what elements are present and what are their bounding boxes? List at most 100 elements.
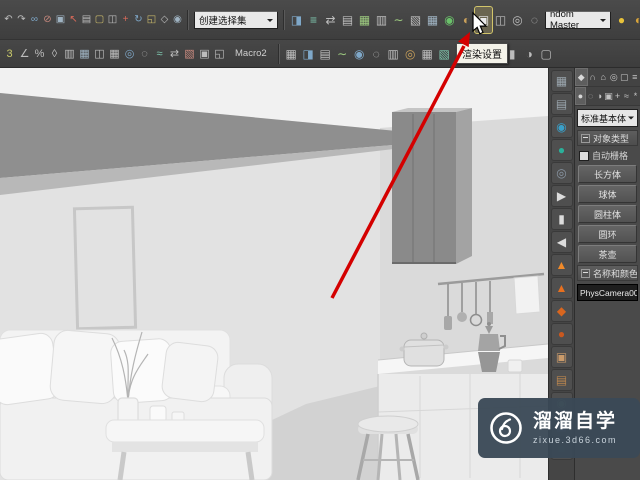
primitive-button[interactable]: 圆柱体: [578, 205, 637, 223]
rectangular-region-icon[interactable]: ▢: [93, 8, 106, 32]
category-geometry[interactable]: ●: [575, 87, 586, 105]
tab-hierarchy[interactable]: ⌂: [598, 68, 609, 86]
tool-icon[interactable]: ◌: [137, 43, 152, 65]
tool-icon[interactable]: ▦: [283, 41, 300, 67]
category-systems[interactable]: *: [631, 87, 640, 105]
tool-icon[interactable]: ▤: [317, 41, 334, 67]
tool-icon[interactable]: ◱: [212, 43, 227, 65]
scene-towel[interactable]: [513, 275, 541, 315]
ribbon-toggle-icon[interactable]: ▦: [356, 7, 373, 33]
geosphere-tool-icon[interactable]: ●: [550, 139, 573, 161]
percent-snap-icon[interactable]: %: [32, 43, 47, 65]
play-animation-icon[interactable]: ▶: [550, 185, 573, 207]
tool-icon[interactable]: ▣: [197, 43, 212, 65]
grid-tool-icon[interactable]: ▦: [550, 70, 573, 92]
stop-animation-icon[interactable]: ◀: [550, 231, 573, 253]
tool-icon[interactable]: ▦: [77, 43, 92, 65]
category-shapes[interactable]: ◌: [586, 87, 595, 105]
tool-icon[interactable]: ▢: [538, 41, 555, 67]
tool-icon[interactable]: ∼: [334, 41, 351, 67]
select-and-scale-icon[interactable]: ◱: [145, 8, 158, 32]
window-crossing-icon[interactable]: ◫: [106, 8, 119, 32]
use-pivot-center-icon[interactable]: ◉: [171, 8, 184, 32]
tool-icon[interactable]: ≈: [152, 43, 167, 65]
render-production-teapot-icon[interactable]: ●: [613, 7, 630, 33]
selection-set-dropdown[interactable]: 创建选择集: [194, 10, 278, 29]
category-spacewarps[interactable]: ≈: [622, 87, 631, 105]
clay-material-icon[interactable]: ▤: [550, 369, 573, 391]
undo-icon[interactable]: ↶: [2, 8, 15, 32]
primitive-button[interactable]: 茶壶: [578, 245, 637, 263]
fire-effect-icon[interactable]: ▲: [550, 254, 573, 276]
select-and-move-icon[interactable]: +: [119, 8, 132, 32]
heat-tool-icon[interactable]: ◆: [550, 300, 573, 322]
category-cameras[interactable]: ▣: [604, 87, 613, 105]
tool-icon[interactable]: ◫: [92, 43, 107, 65]
scene-explorer-icon[interactable]: ▥: [373, 7, 390, 33]
named-selections-icon[interactable]: ▥: [62, 43, 77, 65]
perspective-viewport[interactable]: [0, 67, 549, 480]
snap-grid-tool-icon[interactable]: ▤: [550, 93, 573, 115]
material-editor-icon[interactable]: ◉: [441, 7, 458, 33]
tool-icon[interactable]: ⇄: [167, 43, 182, 65]
mirror-icon[interactable]: ◨: [288, 7, 305, 33]
spinner-snap-icon[interactable]: ◊: [47, 43, 62, 65]
reference-coordinate-icon[interactable]: ◇: [158, 8, 171, 32]
tool-icon[interactable]: ◑: [521, 41, 538, 67]
scene-pillow[interactable]: [49, 329, 121, 405]
tab-utilities[interactable]: ≡: [630, 68, 640, 86]
tool-icon[interactable]: ▥: [385, 41, 402, 67]
environment-dialog-icon[interactable]: ◎: [509, 7, 526, 33]
render-preset-dropdown[interactable]: ndom Master: [545, 9, 611, 31]
layer-manager-icon[interactable]: ▤: [339, 7, 356, 33]
tool-icon[interactable]: ▦: [419, 41, 436, 67]
tool-icon[interactable]: ◌: [368, 41, 385, 67]
quick-align-icon[interactable]: ⇄: [322, 7, 339, 33]
schematic-view-icon[interactable]: ▦: [424, 7, 441, 33]
wood-material-icon[interactable]: ▣: [550, 346, 573, 368]
unlink-selection-icon[interactable]: ⊘: [41, 8, 54, 32]
tab-create[interactable]: ◆: [575, 68, 588, 86]
dope-sheet-icon[interactable]: ▧: [407, 7, 424, 33]
curve-editor-icon[interactable]: ∼: [390, 7, 407, 33]
sphere-tool-icon[interactable]: ◉: [550, 116, 573, 138]
tool-icon[interactable]: ▦: [107, 43, 122, 65]
category-lights[interactable]: ◑: [595, 87, 604, 105]
tool-icon[interactable]: ▧: [436, 41, 453, 67]
tool-icon[interactable]: ◨: [300, 41, 317, 67]
object-name-field[interactable]: PhysCamera00: [577, 284, 638, 301]
render-iterative-teapot-icon[interactable]: ◐: [630, 7, 640, 33]
primitive-type-dropdown[interactable]: 标准基本体: [577, 109, 638, 127]
pause-animation-icon[interactable]: ▮: [550, 208, 573, 230]
tab-modify[interactable]: ∩: [588, 68, 599, 86]
render-setup-icon[interactable]: ▣: [474, 5, 493, 34]
camera-tool-icon[interactable]: ◎: [550, 162, 573, 184]
flame-tool-icon[interactable]: ▲: [550, 277, 573, 299]
name-color-rollout[interactable]: 名称和颜色: [577, 265, 638, 281]
snaps-toggle-icon[interactable]: 3: [2, 43, 17, 65]
burn-tool-icon[interactable]: ●: [550, 323, 573, 345]
angle-snap-icon[interactable]: ∠: [17, 43, 32, 65]
select-and-link-icon[interactable]: ∞: [28, 8, 41, 32]
align-icon[interactable]: ≡: [305, 7, 322, 33]
primitive-button[interactable]: 圆环: [578, 225, 637, 243]
scene-pillow[interactable]: [161, 341, 219, 403]
tool-icon[interactable]: ◎: [122, 43, 137, 65]
bind-to-spacewarp-icon[interactable]: ▣: [54, 8, 67, 32]
tab-display[interactable]: ▢: [619, 68, 630, 86]
select-by-name-icon[interactable]: ▤: [80, 8, 93, 32]
rendered-frame-window-icon[interactable]: ◫: [492, 7, 509, 33]
autogrid-checkbox[interactable]: [579, 150, 589, 161]
primitive-button[interactable]: 球体: [578, 185, 637, 203]
select-and-rotate-icon[interactable]: ↻: [132, 8, 145, 32]
tab-motion[interactable]: ◎: [609, 68, 620, 86]
compact-material-editor-icon[interactable]: ◐: [458, 7, 475, 33]
primitive-button[interactable]: 长方体: [578, 165, 637, 183]
tool-icon[interactable]: ▧: [182, 43, 197, 65]
tool-icon[interactable]: ◉: [351, 41, 368, 67]
scene-cup[interactable]: [507, 359, 523, 373]
object-type-rollout[interactable]: 对象类型: [577, 130, 638, 146]
category-helpers[interactable]: +: [613, 87, 622, 105]
tool-icon[interactable]: ◎: [402, 41, 419, 67]
scene-upper-cabinet[interactable]: [392, 108, 472, 264]
